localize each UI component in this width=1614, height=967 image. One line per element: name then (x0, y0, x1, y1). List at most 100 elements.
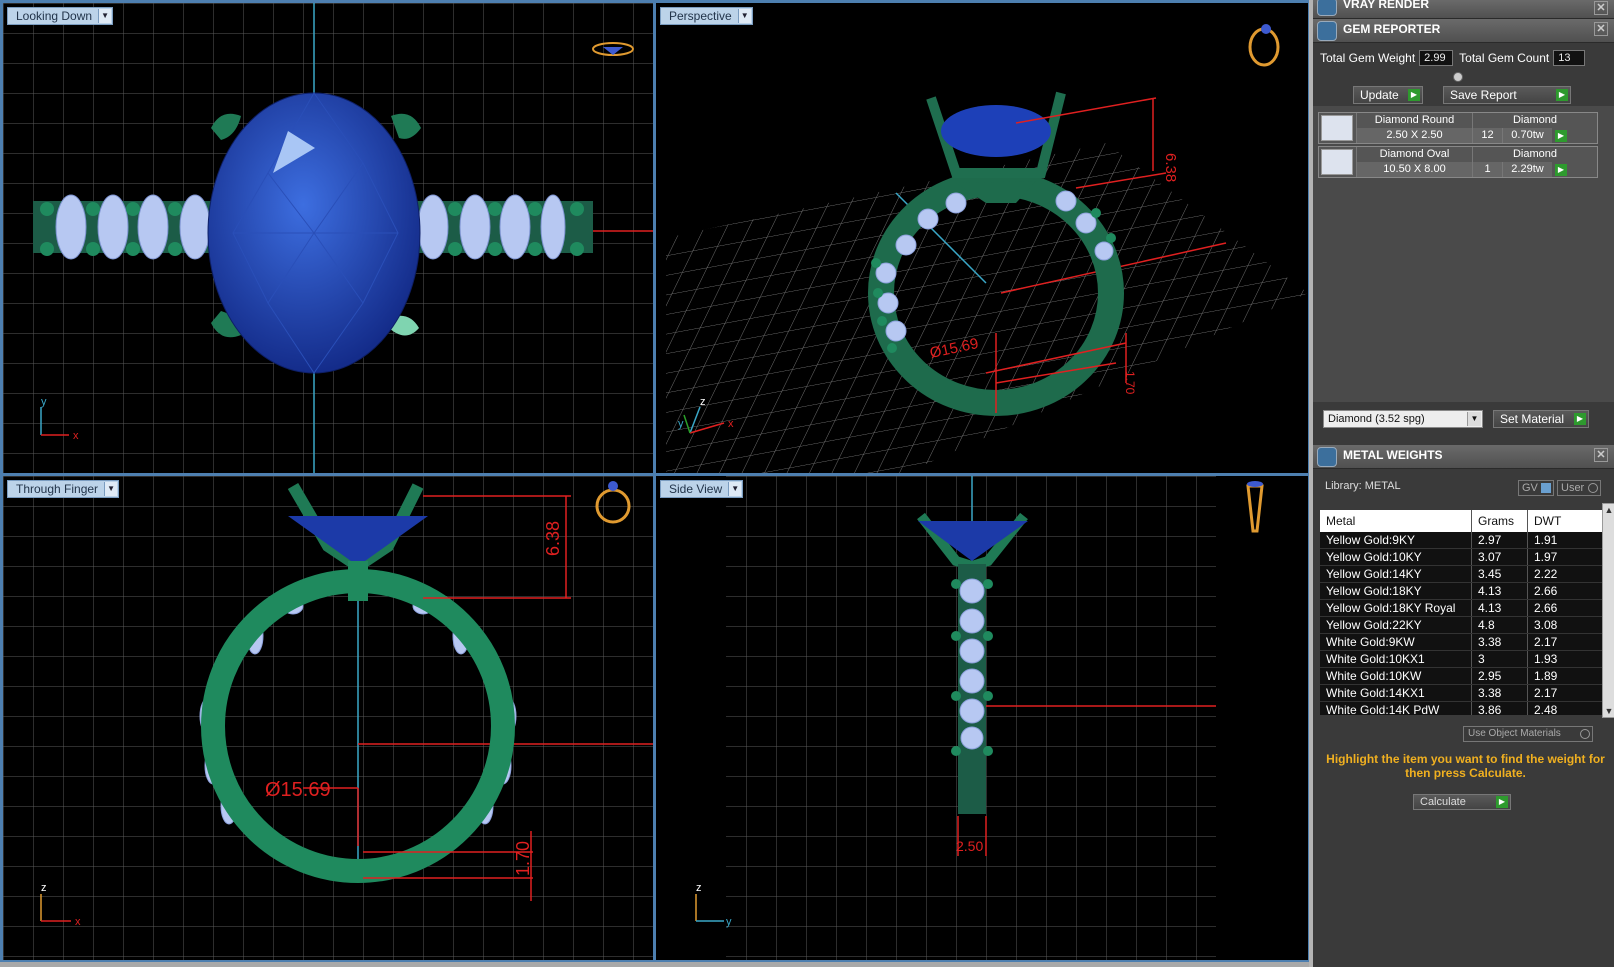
viewport-area: y x Looking Down ▼ 6.38 Ø15.69 1.70 z x … (0, 0, 1309, 962)
svg-text:y: y (726, 916, 732, 928)
table-row[interactable]: White Gold:14KX1 3.38 2.17 (1320, 685, 1602, 702)
radio-icon (1588, 483, 1598, 493)
viewport-side-view[interactable]: 2.50 z y Side View ▼ (656, 476, 1308, 960)
table-cell: 3 (1472, 651, 1528, 667)
metal-weights-icon (1317, 447, 1337, 467)
scroll-up-icon[interactable]: ▲ (1603, 504, 1614, 516)
table-cell: Yellow Gold:10KY (1320, 549, 1472, 565)
radio-icon (1580, 729, 1590, 739)
viewport-perspective[interactable]: 6.38 Ø15.69 1.70 z x y Perspective ▼ (656, 3, 1308, 473)
svg-text:z: z (700, 396, 706, 408)
gem-row-oval[interactable]: Diamond Oval Diamond 10.50 X 8.00 1 2.29… (1318, 146, 1598, 178)
play-arrow-icon: ▶ (1574, 413, 1586, 425)
viewport-label-looking-down[interactable]: Looking Down ▼ (7, 7, 114, 25)
close-icon[interactable]: ✕ (1594, 448, 1608, 462)
table-cell: 4.13 (1472, 583, 1528, 599)
update-button[interactable]: Update ▶ (1353, 86, 1423, 104)
table-row[interactable]: Yellow Gold:10KY 3.07 1.97 (1320, 549, 1602, 566)
svg-text:x: x (728, 418, 734, 430)
library-label: Library: METAL (1325, 480, 1401, 492)
slider-knob-icon[interactable] (1453, 72, 1463, 82)
table-cell: 2.22 (1534, 567, 1558, 581)
view-orientation-ring-icon (1246, 481, 1264, 533)
viewport-through-finger[interactable]: 6.38 Ø15.69 1.70 z x Through Finger ▼ (3, 476, 653, 960)
status-strip (0, 962, 1309, 967)
svg-text:x: x (73, 430, 79, 442)
viewport-label-through-finger[interactable]: Through Finger ▼ (7, 480, 120, 498)
save-report-button[interactable]: Save Report ▶ (1443, 86, 1571, 104)
viewport-label-perspective[interactable]: Perspective ▼ (660, 7, 753, 25)
gem-totals-row: Total Gem Weight 2.99 Total Gem Count 13 (1320, 50, 1586, 66)
svg-text:x: x (75, 916, 81, 928)
svg-text:y: y (41, 396, 47, 408)
diamond-oval-thumbnail-icon (1321, 149, 1353, 175)
table-cell: 1.89 (1534, 669, 1558, 683)
gem-row-round[interactable]: Diamond Round Diamond 2.50 X 2.50 12 0.7… (1318, 112, 1598, 144)
close-icon[interactable]: ✕ (1594, 22, 1608, 36)
table-cell: 1.91 (1534, 533, 1558, 547)
set-material-button[interactable]: Set Material ▶ (1493, 410, 1589, 428)
table-cell: Yellow Gold:18KY (1320, 583, 1472, 599)
table-row[interactable]: Yellow Gold:22KY 4.8 3.08 (1320, 617, 1602, 634)
table-row[interactable]: White Gold:10KX1 3 1.93 (1320, 651, 1602, 668)
play-arrow-icon[interactable]: ▶ (1555, 130, 1567, 142)
table-header: Metal Grams DWT (1320, 510, 1602, 532)
use-object-materials-toggle[interactable]: Use Object Materials (1463, 726, 1593, 742)
table-cell: 3.38 (1472, 634, 1528, 650)
table-cell: Yellow Gold:18KY Royal (1320, 600, 1472, 616)
calculate-button[interactable]: Calculate ▶ (1413, 794, 1511, 810)
gem-reporter-header[interactable]: GEM REPORTER ✕ (1313, 19, 1614, 43)
play-arrow-icon: ▶ (1556, 89, 1568, 101)
table-cell: White Gold:10KW (1320, 668, 1472, 684)
table-cell: 2.66 (1534, 601, 1558, 615)
table-cell: White Gold:14K PdW (1320, 702, 1472, 715)
total-gem-weight-value: 2.99 (1419, 50, 1454, 66)
material-select[interactable]: Diamond (3.52 spg) ▼ (1323, 410, 1483, 428)
table-cell: Yellow Gold:22KY (1320, 617, 1472, 633)
viewport-dropdown-icon[interactable]: ▼ (737, 9, 751, 23)
table-cell: 1.97 (1534, 550, 1558, 564)
table-row[interactable]: Yellow Gold:18KY 4.13 2.66 (1320, 583, 1602, 600)
table-row[interactable]: Yellow Gold:18KY Royal 4.13 2.66 (1320, 600, 1602, 617)
table-row[interactable]: White Gold:14K PdW 3.86 2.48 (1320, 702, 1602, 715)
table-row[interactable]: Yellow Gold:14KY 3.45 2.22 (1320, 566, 1602, 583)
table-cell: Yellow Gold:9KY (1320, 532, 1472, 548)
play-arrow-icon: ▶ (1408, 89, 1420, 101)
metal-weights-header[interactable]: METAL WEIGHTS ✕ (1313, 445, 1614, 469)
close-icon[interactable]: ✕ (1594, 1, 1608, 15)
table-scrollbar[interactable]: ▲ ▼ (1602, 503, 1614, 718)
table-cell: 2.66 (1534, 584, 1558, 598)
table-cell: 3.07 (1472, 549, 1528, 565)
side-view-scene: 2.50 z y (695, 476, 1264, 960)
total-gem-count-value: 13 (1553, 50, 1586, 66)
table-cell: 2.97 (1472, 532, 1528, 548)
svg-text:z: z (41, 882, 47, 894)
play-arrow-icon[interactable]: ▶ (1555, 164, 1567, 176)
viewport-looking-down[interactable]: y x Looking Down ▼ (3, 3, 653, 473)
gv-toggle[interactable]: GV (1518, 480, 1554, 496)
table-row[interactable]: White Gold:10KW 2.95 1.89 (1320, 668, 1602, 685)
vray-render-header[interactable]: VRAY RENDER ✕ (1313, 0, 1614, 19)
viewport-dropdown-icon[interactable]: ▼ (98, 9, 112, 23)
gem-list-area: Diamond Round Diamond 2.50 X 2.50 12 0.7… (1313, 106, 1614, 402)
viewport-dropdown-icon[interactable]: ▼ (104, 482, 118, 496)
table-cell: 4.13 (1472, 600, 1528, 616)
table-cell: 1.93 (1534, 652, 1558, 666)
right-panel: VRAY RENDER ✕ GEM REPORTER ✕ Total Gem W… (1309, 0, 1614, 967)
table-cell: 3.86 (1472, 702, 1528, 715)
svg-text:6.38: 6.38 (1162, 153, 1179, 182)
matrix-jewelry-cad-window: y x Looking Down ▼ 6.38 Ø15.69 1.70 z x … (0, 0, 1614, 967)
viewport-dropdown-icon[interactable]: ▼ (728, 482, 742, 496)
user-toggle[interactable]: User (1557, 480, 1601, 496)
table-cell: White Gold:9KW (1320, 634, 1472, 650)
table-row[interactable]: White Gold:9KW 3.38 2.17 (1320, 634, 1602, 651)
svg-text:1.70: 1.70 (513, 841, 533, 876)
svg-text:2.50: 2.50 (956, 838, 983, 854)
viewport-label-side-view[interactable]: Side View ▼ (660, 480, 744, 498)
svg-text:y: y (678, 418, 684, 430)
table-cell: 3.08 (1534, 618, 1558, 632)
scroll-down-icon[interactable]: ▼ (1603, 705, 1614, 717)
table-row[interactable]: Yellow Gold:9KY 2.97 1.91 (1320, 532, 1602, 549)
gem-reporter-icon (1317, 21, 1337, 41)
table-body: Yellow Gold:9KY 2.97 1.91 Yellow Gold:10KY 3… (1320, 532, 1602, 715)
